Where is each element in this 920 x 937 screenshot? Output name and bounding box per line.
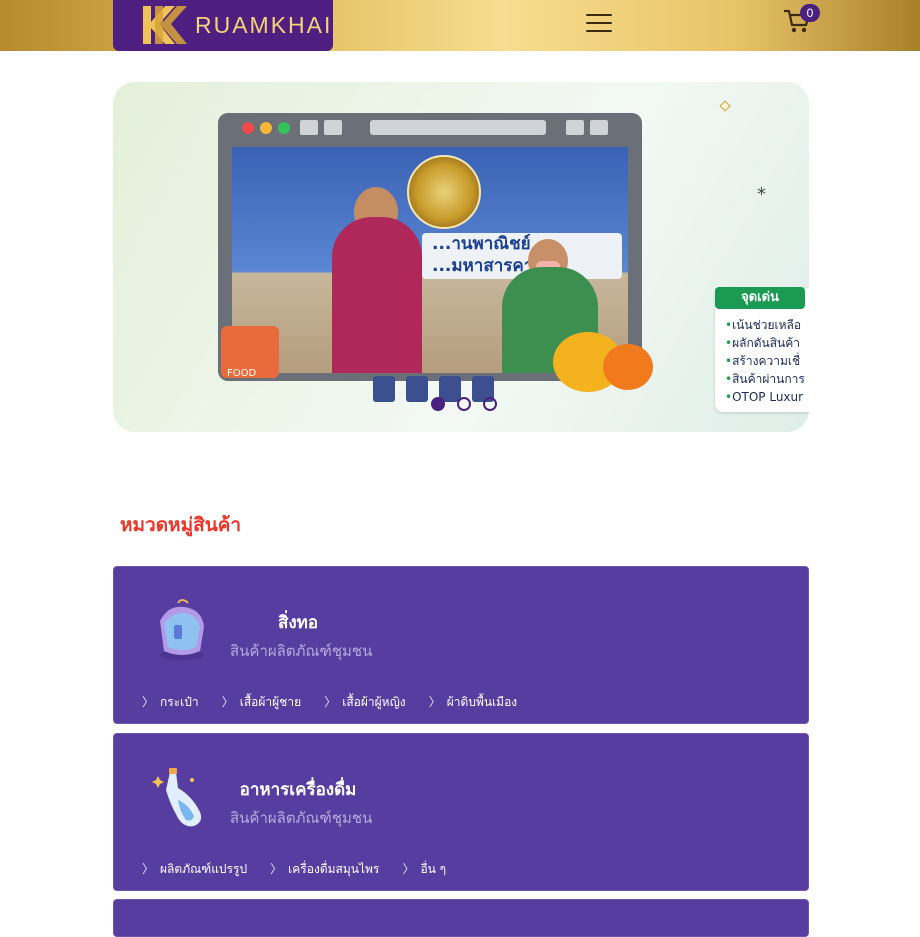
- subcategory-link[interactable]: 〉 เครื่องดื่มสมุนไพร: [270, 860, 379, 879]
- subcategory-label: เสื้อผ้าผู้หญิง: [342, 695, 406, 709]
- category-card-partial[interactable]: [113, 899, 809, 937]
- subcategory-label: เครื่องดื่มสมุนไพร: [288, 862, 380, 876]
- subcategory-label: ผ้าดิบพื้นเมือง: [446, 695, 518, 709]
- cart-count-badge: 0: [800, 4, 820, 22]
- carousel-indicators: [431, 396, 504, 415]
- toolbar-button-icon: [590, 120, 608, 135]
- highlight-item: สินค้าผ่านการ: [725, 370, 809, 388]
- subcategory-link[interactable]: 〉 เสื้อผ้าผู้ชาย: [222, 693, 301, 712]
- food-stall-label: FOOD: [227, 368, 257, 379]
- chevron-right-icon: 〉: [428, 695, 441, 709]
- category-card-textile[interactable]: สิ่งทอ สินค้าผลิตภัณฑ์ชุมชน 〉 กระเป๋า 〉 เส…: [113, 566, 809, 724]
- subcategory-link[interactable]: 〉 อื่น ๆ: [402, 860, 446, 879]
- category-subtitle: สินค้าผลิตภัณฑ์ชุมชน: [230, 809, 373, 827]
- diamond-decoration-icon: [719, 100, 731, 112]
- chevron-right-icon: 〉: [142, 862, 155, 876]
- carousel-dot-3[interactable]: [483, 397, 498, 411]
- toolbar-button-icon: [300, 120, 318, 135]
- category-links: 〉 ผลิตภัณฑ์แปรรูป 〉 เครื่องดื่มสมุนไพร 〉 อื…: [142, 858, 464, 879]
- subcategory-label: กระเป๋า: [160, 695, 199, 709]
- chevron-right-icon: 〉: [270, 862, 283, 876]
- orange-illustration: [603, 344, 653, 390]
- subcategory-link[interactable]: 〉 เสื้อผ้าผู้หญิง: [324, 693, 405, 712]
- highlight-tag: จุดเด่น: [715, 287, 805, 309]
- subcategory-label: เสื้อผ้าผู้ชาย: [239, 695, 302, 709]
- window-minimize-dot-icon: [260, 122, 272, 134]
- category-subtitle: สินค้าผลิตภัณฑ์ชุมชน: [230, 642, 373, 660]
- shopping-bag-icon: [406, 376, 429, 402]
- category-title: สิ่งทอ: [277, 613, 319, 633]
- logo-text: RUAMKHAI: [195, 12, 333, 38]
- address-bar: [370, 120, 546, 135]
- highlight-item: เน้นช่วยเหลือ: [725, 316, 809, 334]
- logo-mark-icon: [143, 6, 187, 44]
- shopping-bag-icon: [373, 376, 395, 402]
- window-maximize-dot-icon: [278, 122, 290, 134]
- window-close-dot-icon: [242, 122, 254, 134]
- highlight-list: เน้นช่วยเหลือ ผลักดันสินค้า สร้างความเชื…: [725, 316, 809, 406]
- textile-bag-icon: [160, 599, 204, 660]
- subcategory-link[interactable]: 〉 ผลิตภัณฑ์แปรรูป: [142, 860, 247, 879]
- chevron-right-icon: 〉: [402, 862, 415, 876]
- highlight-item: OTOP Luxur: [725, 388, 809, 406]
- presenter-figure: [332, 217, 422, 373]
- toolbar-button-icon: [324, 120, 342, 135]
- highlight-item: สร้างความเชื่: [725, 352, 809, 370]
- subcategory-link[interactable]: 〉 ผ้าดิบพื้นเมือง: [429, 693, 517, 712]
- chevron-right-icon: 〉: [221, 695, 234, 709]
- chevron-right-icon: 〉: [324, 695, 337, 709]
- subcategory-label: อื่น ๆ: [420, 862, 447, 876]
- highlight-item: ผลักดันสินค้า: [725, 334, 809, 352]
- category-title: อาหารเครื่องดื่ม: [239, 780, 357, 800]
- section-title: หมวดหมู่สินค้า: [120, 514, 242, 536]
- drink-bottle-icon: [152, 768, 202, 827]
- hamburger-icon[interactable]: [586, 14, 612, 34]
- chevron-right-icon: 〉: [142, 695, 155, 709]
- ministry-emblem-icon: [407, 155, 481, 229]
- site-logo[interactable]: RUAMKHAI: [113, 0, 333, 51]
- sparkle-decoration-icon: *: [757, 184, 766, 205]
- carousel-dot-2[interactable]: [457, 397, 472, 411]
- subcategory-link[interactable]: 〉 กระเป๋า: [142, 693, 199, 712]
- category-links: 〉 กระเป๋า 〉 เสื้อผ้าผู้ชาย 〉 เสื้อผ้าผู้หญิ…: [142, 691, 535, 712]
- hero-banner[interactable]: * ...านพาณิชย์ ...มหาสารคาม FOOD จุดเด่น…: [113, 82, 809, 432]
- browser-toolbar: [218, 113, 642, 143]
- toolbar-button-icon: [566, 120, 584, 135]
- category-card-food-drink[interactable]: อาหารเครื่องดื่ม สินค้าผลิตภัณฑ์ชุมชน 〉 ผ…: [113, 733, 809, 891]
- top-header: RUAMKHAI 0: [0, 0, 920, 51]
- carousel-dot-1[interactable]: [431, 397, 445, 411]
- subcategory-label: ผลิตภัณฑ์แปรรูป: [160, 862, 248, 876]
